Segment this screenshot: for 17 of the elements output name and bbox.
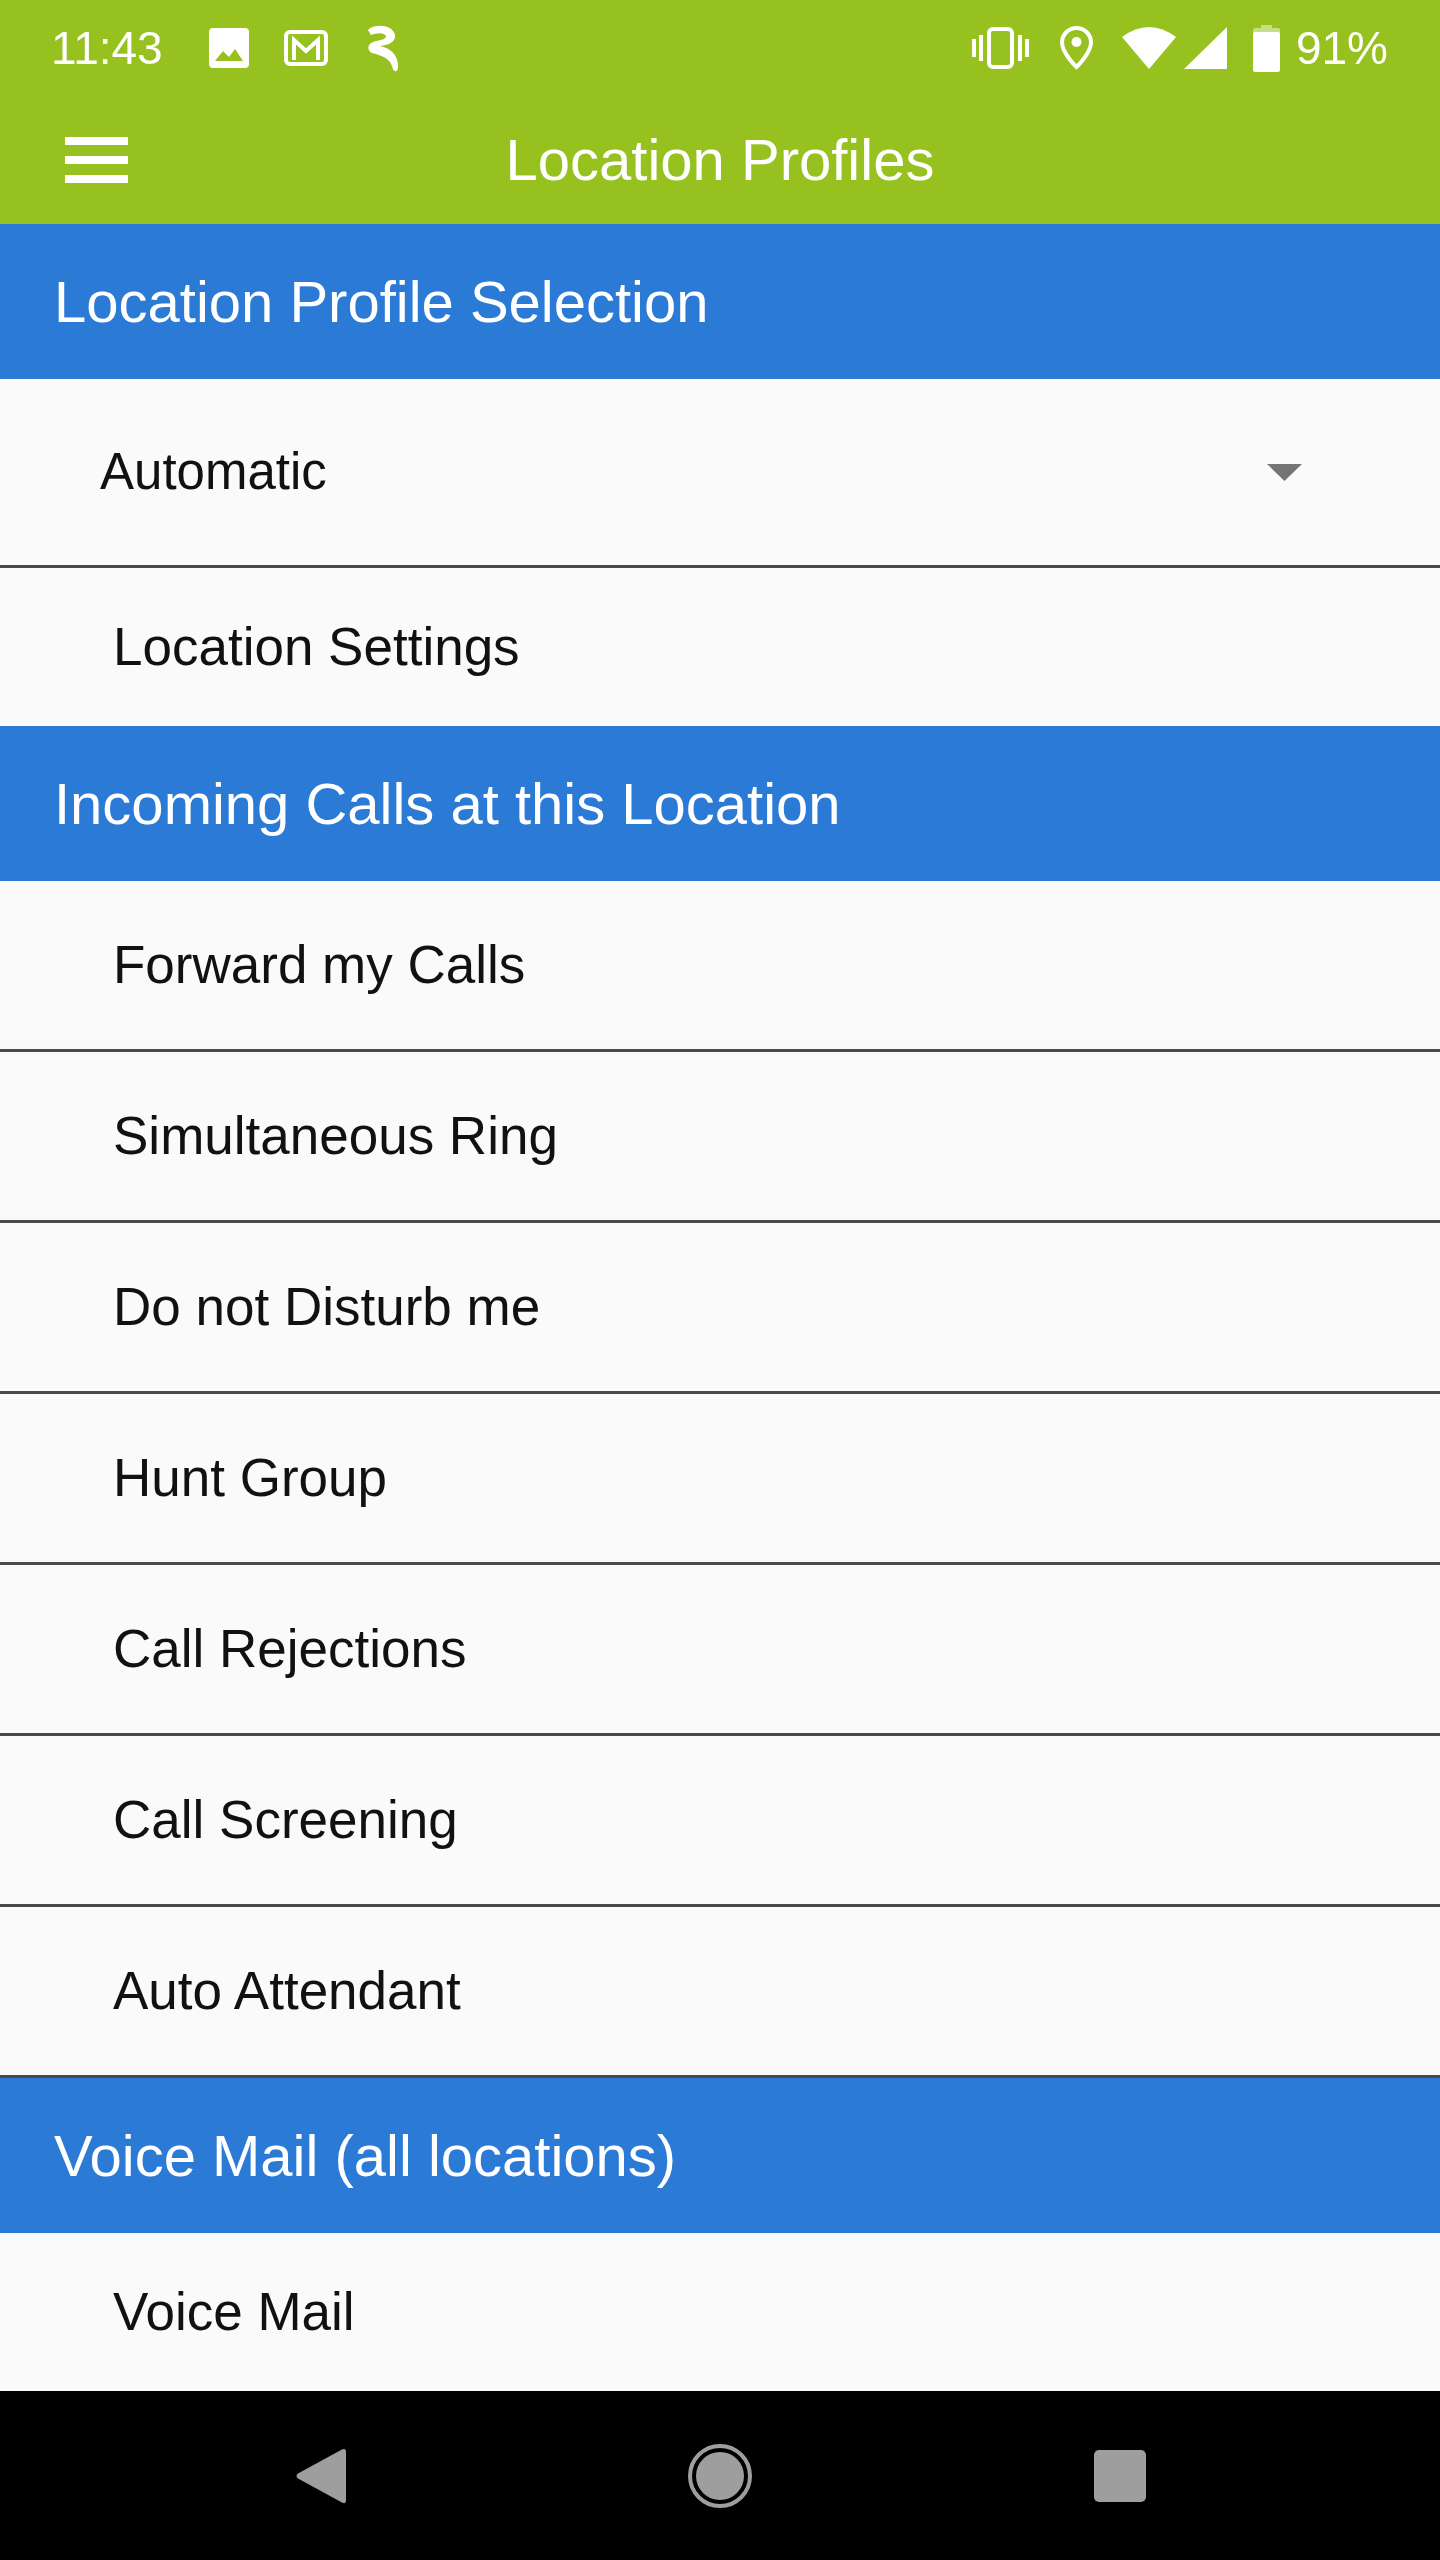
back-icon[interactable]: [294, 2447, 346, 2504]
toolbar-title: Location Profiles: [505, 126, 936, 195]
home-icon[interactable]: [687, 2443, 752, 2508]
section-header: Incoming Calls at this Location: [0, 726, 1440, 881]
caret-icon: [1267, 463, 1302, 481]
vibrate-icon: [971, 27, 1029, 69]
image-icon: [208, 28, 249, 68]
status-time: 11:43: [51, 25, 163, 71]
signal-icon: [1183, 27, 1227, 69]
wifi-icon: [1121, 27, 1176, 69]
battery-icon: [1252, 24, 1280, 72]
section-header: Voice Mail (all locations): [0, 2078, 1440, 2233]
mail-icon: [283, 30, 328, 66]
location-pin-icon: [1059, 26, 1093, 70]
recents-icon[interactable]: [1093, 2449, 1146, 2502]
battery-percent: 91%: [1295, 25, 1388, 71]
section-header: Location Profile Selection: [0, 224, 1440, 379]
